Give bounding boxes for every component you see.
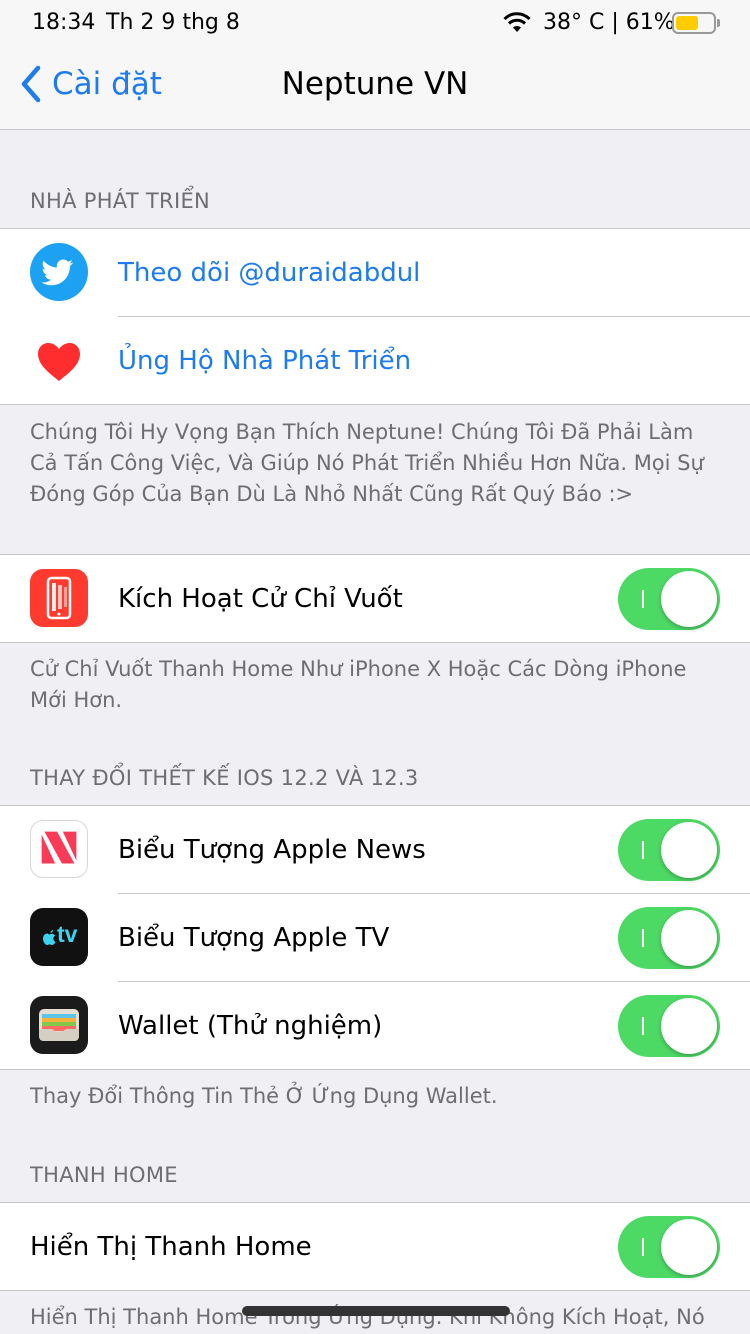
developer-group: Theo dõi @duraidabdul Ủng Hộ Nhà Phát Tr…: [0, 228, 750, 405]
gestures-toggle[interactable]: [618, 568, 720, 630]
wallet-footer: Thay Đổi Thông Tin Thẻ Ở Ứng Dụng Wallet…: [30, 1084, 498, 1108]
wallet-toggle[interactable]: [618, 995, 720, 1057]
home-bar-label: Hiển Thị Thanh Home: [30, 1232, 312, 1262]
twitter-bird-icon: [30, 243, 88, 301]
apple-tv-toggle[interactable]: [618, 907, 720, 969]
wifi-icon: [503, 12, 531, 32]
home-indicator[interactable]: [242, 1306, 510, 1316]
section-header-home-bar: THANH HOME: [30, 1163, 178, 1187]
section-header-developer: NHÀ PHÁT TRIỂN: [30, 189, 211, 213]
wallet-row: Wallet (Thử nghiệm): [0, 982, 750, 1070]
developer-footer: Chúng Tôi Hy Vọng Bạn Thích Neptune! Chú…: [30, 420, 704, 506]
section-header-redesign: THAY ĐỔI THẾT KẾ IOS 12.2 VÀ 12.3: [30, 766, 419, 790]
battery-icon: [672, 12, 720, 34]
status-date: Th 2 9 thg 8: [106, 10, 240, 35]
status-temp-battery: 38° C | 61%: [543, 10, 675, 35]
redesign-group: Biểu Tượng Apple News tv Biểu Tượng Appl…: [0, 805, 750, 1070]
status-bar: 18:34 Th 2 9 thg 8 38° C | 61%: [0, 0, 750, 48]
apple-news-toggle[interactable]: [618, 819, 720, 881]
home-bar-toggle[interactable]: [618, 1216, 720, 1278]
phone-swipe-icon: [30, 569, 88, 627]
navigation-bar: Cài đặt Neptune VN: [0, 48, 750, 130]
apple-tv-row: tv Biểu Tượng Apple TV: [0, 894, 750, 982]
apple-tv-label: Biểu Tượng Apple TV: [118, 923, 390, 953]
gestures-row: Kích Hoạt Cử Chỉ Vuốt: [0, 555, 750, 643]
gestures-footer: Cử Chỉ Vuốt Thanh Home Như iPhone X Hoặc…: [30, 657, 687, 712]
wallet-label: Wallet (Thử nghiệm): [118, 1011, 383, 1041]
apple-tv-icon: tv: [30, 908, 88, 966]
apple-news-row: Biểu Tượng Apple News: [0, 806, 750, 894]
wallet-icon: [30, 996, 88, 1054]
home-bar-row: Hiển Thị Thanh Home: [0, 1203, 750, 1291]
apple-tv-icon-text: tv: [57, 921, 78, 947]
heart-icon: [30, 331, 88, 389]
gestures-label: Kích Hoạt Cử Chỉ Vuốt: [118, 584, 403, 614]
support-row[interactable]: Ủng Hộ Nhà Phát Triển: [0, 317, 750, 405]
apple-news-label: Biểu Tượng Apple News: [118, 835, 426, 865]
twitter-row[interactable]: Theo dõi @duraidabdul: [0, 229, 750, 317]
home-bar-group: Hiển Thị Thanh Home: [0, 1202, 750, 1291]
support-developer-link[interactable]: Ủng Hộ Nhà Phát Triển: [118, 317, 411, 405]
gestures-group: Kích Hoạt Cử Chỉ Vuốt: [0, 554, 750, 643]
twitter-follow-link[interactable]: Theo dõi @duraidabdul: [118, 229, 420, 317]
page-title: Neptune VN: [281, 66, 469, 102]
apple-news-icon: [30, 820, 88, 878]
status-time: 18:34: [32, 10, 96, 35]
